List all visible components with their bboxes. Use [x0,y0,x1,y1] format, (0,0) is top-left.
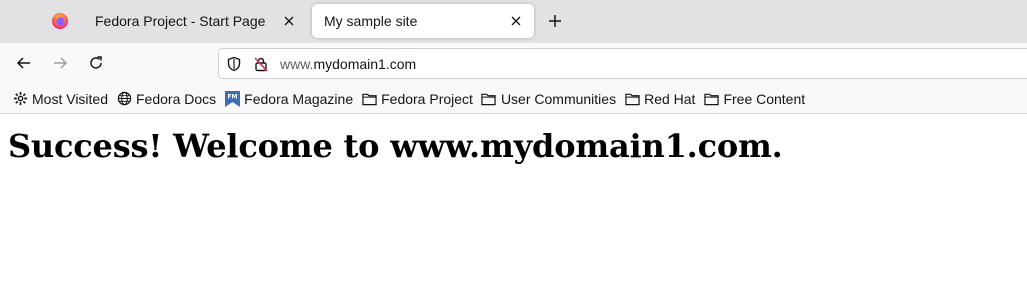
close-icon [511,16,521,26]
bookmark-folder-red-hat[interactable]: Red Hat [622,87,698,111]
bookmark-folder-user-communities[interactable]: User Communities [479,87,619,111]
tab-fedora-start-page[interactable]: Fedora Project - Start Page [83,4,307,38]
globe-icon [116,91,132,107]
forward-button[interactable] [46,49,74,77]
folder-icon [361,91,377,107]
firefox-logo-icon [52,13,68,29]
folder-icon [481,91,497,107]
site-info-button[interactable] [252,55,270,73]
bookmark-most-visited[interactable]: Most Visited [10,87,111,111]
folder-icon [703,91,719,107]
tab-my-sample-site[interactable]: My sample site [312,4,534,38]
arrow-right-icon [54,57,68,69]
bookmarks-toolbar: Most Visited Fedora Docs FM Fedora Magaz… [0,84,1027,114]
tab-strip: Fedora Project - Start Page My sample si… [0,0,1027,43]
bookmark-label: Fedora Docs [136,90,217,107]
url-prefix: www. [280,56,314,72]
tab-title: Fedora Project - Start Page [95,13,266,29]
back-button[interactable] [10,49,38,77]
insecure-lock-icon [254,57,268,72]
bookmark-label: Free Content [723,90,806,107]
arrow-left-icon [16,57,30,69]
page-heading: Success! Welcome to www.mydomain1.com. [8,127,783,165]
bookmark-label: User Communities [500,90,617,107]
tab-title: My sample site [324,13,418,29]
url-field[interactable]: www.mydomain1.com [280,56,416,72]
fedora-magazine-icon: FM [224,90,240,107]
bookmark-label: Red Hat [644,90,696,107]
bookmark-label: Most Visited [32,90,108,107]
svg-text:FM: FM [227,93,237,100]
gear-icon [12,91,28,107]
navigation-toolbar: www.mydomain1.com [0,43,1027,84]
close-icon [284,16,294,26]
bookmark-label: Fedora Project [381,90,473,107]
url-bar[interactable]: www.mydomain1.com [218,48,1027,79]
page-content: Success! Welcome to www.mydomain1.com. [0,115,1027,288]
bookmark-folder-free-content[interactable]: Free Content [701,87,808,111]
tracking-protection-button[interactable] [225,55,243,73]
shield-icon [227,56,241,72]
reload-button[interactable] [82,49,110,77]
new-tab-button[interactable] [542,8,568,34]
plus-icon [549,15,561,27]
bookmark-fedora-magazine[interactable]: FM Fedora Magazine [222,87,356,111]
bookmark-folder-fedora-project[interactable]: Fedora Project [359,87,476,111]
bookmark-label: Fedora Magazine [244,90,354,107]
close-tab-button[interactable] [506,11,526,31]
folder-icon [624,91,640,107]
url-domain: mydomain1.com [313,56,417,72]
firefox-view-button[interactable] [44,4,76,38]
bookmark-fedora-docs[interactable]: Fedora Docs [114,87,219,111]
reload-icon [90,56,102,69]
close-tab-button[interactable] [279,11,299,31]
